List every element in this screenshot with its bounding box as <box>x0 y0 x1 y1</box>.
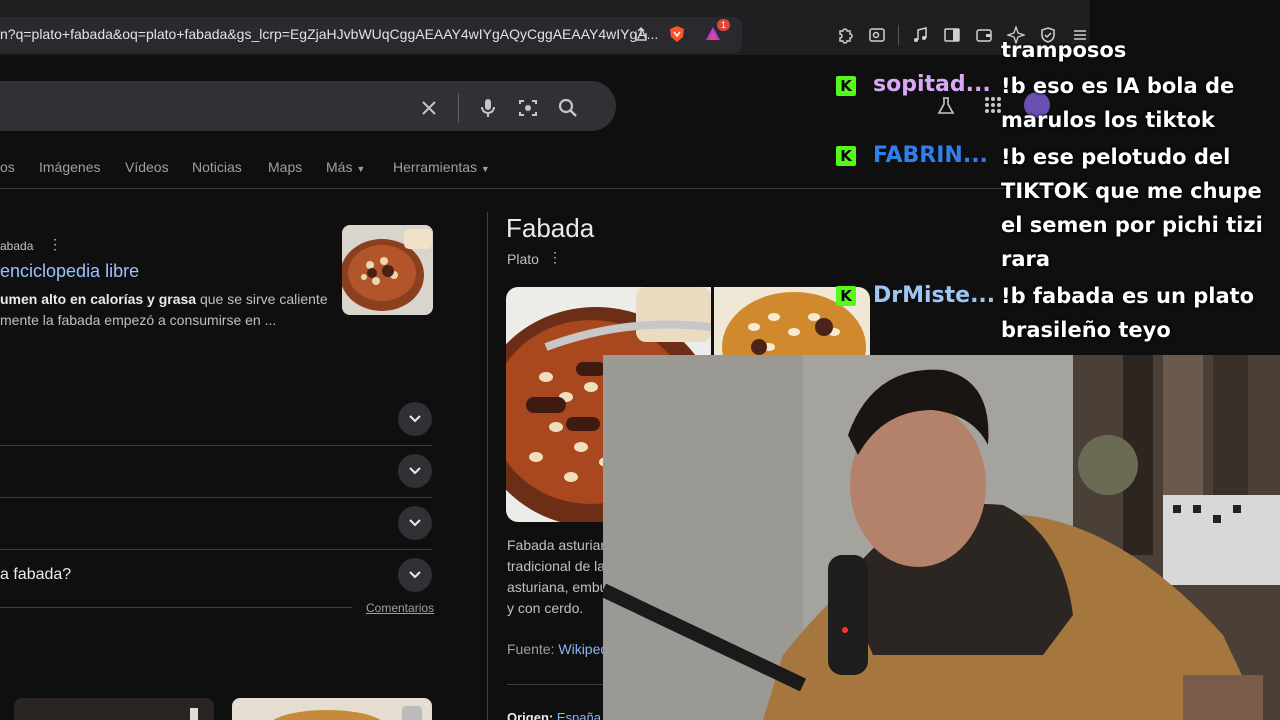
tab-more-label: Más <box>326 159 353 175</box>
paa-item[interactable] <box>0 498 432 550</box>
tab-tools-label: Herramientas <box>393 159 478 175</box>
browser-toolbar: n?q=plato+fabada&oq=plato+fabada&gs_lcrp… <box>0 0 1090 55</box>
snippet-text-line2: mente la fabada empezó a consumirse en .… <box>0 312 277 328</box>
result-snippet: umen alto en calorías y grasa que se sir… <box>0 289 330 331</box>
source-label: Fuente: <box>507 641 559 657</box>
search-divider <box>458 93 459 123</box>
description-line: Fabada asturian <box>507 537 607 553</box>
wallet-icon[interactable] <box>973 24 995 46</box>
address-bar[interactable]: n?q=plato+fabada&oq=plato+fabada&gs_lcrp… <box>0 17 742 53</box>
paa-item[interactable] <box>0 394 432 446</box>
video-card[interactable] <box>232 698 432 720</box>
more-options-icon[interactable]: ⋮ <box>48 236 62 253</box>
webcam-overlay <box>603 355 1280 720</box>
media-icon[interactable] <box>909 24 931 46</box>
microphone-icon[interactable] <box>477 96 499 120</box>
fabada-image-secondary[interactable] <box>714 287 870 365</box>
entity-type: Plato <box>507 251 539 267</box>
tab-videos[interactable]: Vídeos <box>125 159 169 175</box>
entity-origin: Origen: España <box>507 710 601 720</box>
result-title-link[interactable]: enciclopedia libre <box>0 261 139 282</box>
chevron-down-icon[interactable] <box>398 402 432 436</box>
lens-camera-icon[interactable] <box>517 96 539 120</box>
extensions-icon[interactable] <box>834 24 856 46</box>
feedback-divider <box>0 607 352 608</box>
entity-description: Fabada asturian tradicional de la asturi… <box>507 535 607 619</box>
snippet-text: que se sirve caliente <box>196 291 328 307</box>
tab-tools[interactable]: Herramientas ▼ <box>393 159 490 175</box>
origin-label: Origen: <box>507 710 557 720</box>
tab-all[interactable]: os <box>0 159 15 175</box>
vpn-shield-icon[interactable] <box>1037 24 1059 46</box>
tab-maps[interactable]: Maps <box>268 159 302 175</box>
chat-message: !b ese pelotudo del TIKTOK que me chupe … <box>1001 145 1263 271</box>
chat-username: DrMiste... <box>873 283 996 308</box>
url-text[interactable]: n?q=plato+fabada&oq=plato+fabada&gs_lcrp… <box>0 26 658 42</box>
description-line: y con cerdo. <box>507 600 584 616</box>
brave-shield-icon[interactable] <box>666 23 688 45</box>
kick-badge-icon: K <box>836 76 856 96</box>
tab-more[interactable]: Más ▼ <box>326 159 365 175</box>
chevron-down-icon[interactable] <box>398 506 432 540</box>
apps-grid-icon[interactable] <box>984 96 1002 119</box>
panel-divider <box>487 212 488 720</box>
video-card[interactable] <box>14 698 214 720</box>
origin-link[interactable]: España <box>557 710 601 720</box>
chevron-down-icon[interactable] <box>398 454 432 488</box>
screenshot-icon[interactable] <box>866 24 888 46</box>
clear-icon[interactable] <box>418 96 440 120</box>
chat-username: sopitad... <box>873 72 991 97</box>
menu-icon[interactable] <box>1069 24 1091 46</box>
panel-divider <box>507 684 607 685</box>
result-thumbnail[interactable] <box>342 225 433 315</box>
chevron-down-icon[interactable] <box>398 558 432 592</box>
page-title: Fabada <box>506 213 595 243</box>
caret-down-icon: ▼ <box>480 164 490 174</box>
chat-username: FABRIN... <box>873 143 988 168</box>
brave-rewards-icon[interactable]: 1 <box>702 19 730 45</box>
screen: n?q=plato+fabada&oq=plato+fabada&gs_lcrp… <box>0 0 1280 720</box>
description-line: tradicional de la <box>507 558 606 574</box>
more-options-icon[interactable]: ⋮ <box>548 249 562 266</box>
feedback-link[interactable]: Comentarios <box>366 601 434 615</box>
paa-item[interactable] <box>0 446 432 498</box>
leo-ai-icon[interactable] <box>1005 24 1027 46</box>
labs-flask-icon[interactable] <box>936 96 956 121</box>
sidebar-icon[interactable] <box>941 24 963 46</box>
search-icon[interactable] <box>557 96 579 120</box>
paa-item[interactable]: a fabada? <box>0 550 432 602</box>
result-source[interactable]: abada <box>0 239 33 253</box>
toolbar-divider <box>898 25 899 45</box>
entity-source: Fuente: Wikiped <box>507 641 608 657</box>
chat-message: !b fabada es un plato brasileño teyo <box>1001 284 1255 342</box>
description-line: asturiana, embu <box>507 579 607 595</box>
share-icon[interactable] <box>630 23 652 45</box>
kick-badge-icon: K <box>836 146 856 166</box>
search-input[interactable] <box>0 81 616 131</box>
tab-news[interactable]: Noticias <box>192 159 242 175</box>
snippet-bold: umen alto en calorías y grasa <box>0 291 197 307</box>
paa-question[interactable]: a fabada? <box>0 566 71 584</box>
avatar[interactable] <box>1024 92 1050 118</box>
tabs-divider <box>0 188 1090 189</box>
source-link[interactable]: Wikiped <box>558 641 608 657</box>
caret-down-icon: ▼ <box>356 164 366 174</box>
tab-images[interactable]: Imágenes <box>39 159 100 175</box>
rewards-badge: 1 <box>716 19 730 31</box>
